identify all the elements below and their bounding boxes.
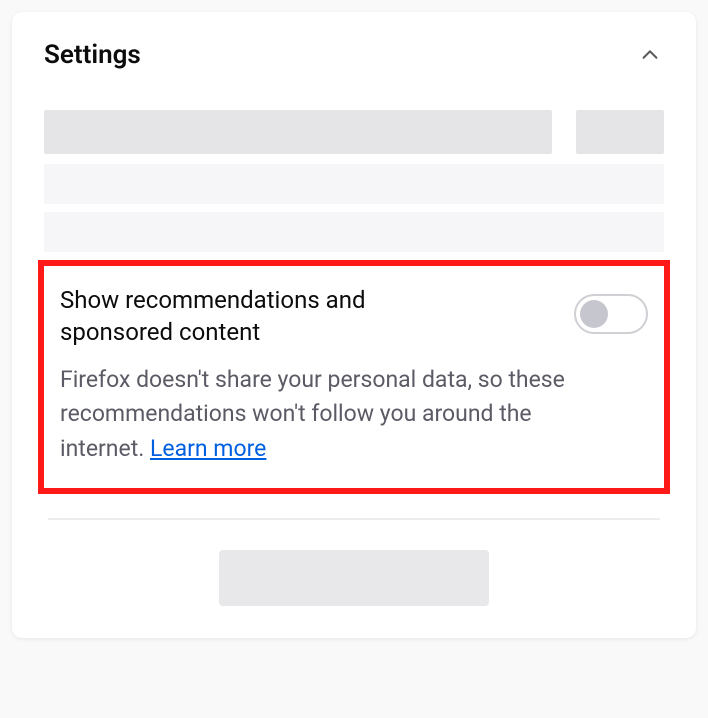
chevron-up-icon[interactable] (636, 41, 664, 69)
learn-more-link[interactable]: Learn more (150, 435, 266, 462)
recommendations-toggle[interactable] (574, 294, 648, 334)
highlighted-setting: Show recommendations and sponsored conte… (38, 260, 670, 494)
panel-title: Settings (44, 40, 141, 70)
panel-header: Settings (44, 40, 664, 70)
bottom-area (44, 520, 664, 606)
recommendations-setting-row: Show recommendations and sponsored conte… (60, 284, 648, 349)
toggle-knob (580, 300, 608, 328)
placeholder-line (44, 212, 664, 252)
placeholder-line (44, 164, 664, 204)
placeholder-block (44, 110, 552, 154)
placeholder-block (576, 110, 664, 154)
placeholder-row (44, 110, 664, 154)
placeholder-button (219, 550, 489, 606)
settings-panel: Settings Show recommendations and sponso… (12, 12, 696, 638)
description-text: Firefox doesn't share your personal data… (60, 366, 565, 462)
recommendations-label: Show recommendations and sponsored conte… (60, 284, 480, 349)
recommendations-description: Firefox doesn't share your personal data… (60, 363, 620, 467)
